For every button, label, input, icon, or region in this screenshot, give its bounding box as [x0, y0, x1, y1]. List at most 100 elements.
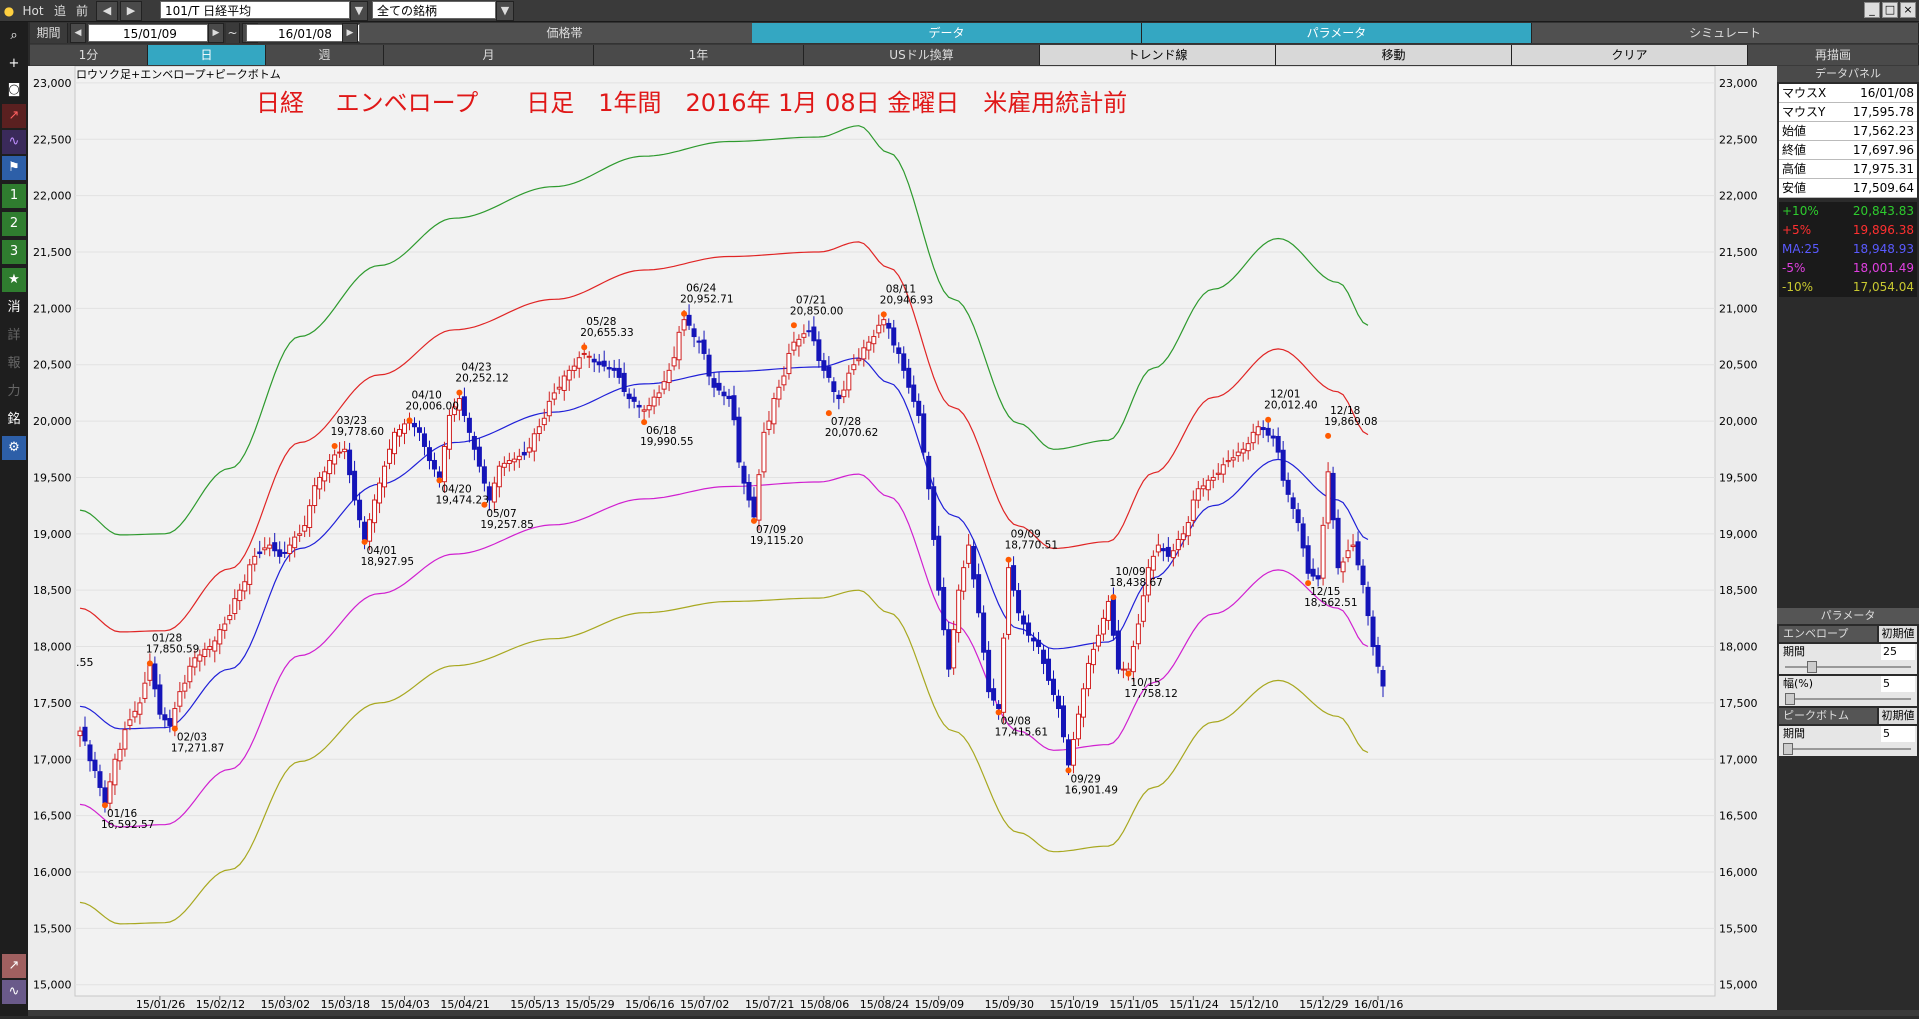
date-from-next-button[interactable]: ▶: [208, 23, 224, 43]
mae-button[interactable]: 前: [72, 1, 92, 21]
envelope-period-input[interactable]: 25: [1881, 644, 1915, 660]
filter-dropdown-icon[interactable]: ▼: [496, 1, 514, 21]
preset-1-button[interactable]: 1: [2, 184, 26, 208]
y-tick-label: 17,000: [33, 753, 72, 766]
camera-icon[interactable]: ◙: [2, 78, 26, 102]
tilde-label: ~: [226, 23, 240, 43]
candle-body: [416, 427, 422, 433]
range-1year[interactable]: 1年: [594, 45, 804, 65]
close-icon[interactable]: ×: [1900, 2, 1916, 18]
hot-button[interactable]: Hot: [18, 1, 48, 21]
candle-body: [237, 589, 243, 602]
usd-convert-button[interactable]: USドル換算: [804, 45, 1040, 65]
trendline-button[interactable]: トレンド線: [1040, 45, 1276, 65]
candle-body: [1175, 538, 1181, 551]
candle-body: [986, 649, 992, 693]
candle-body: [576, 357, 582, 369]
price-band-tab[interactable]: 価格帯: [360, 23, 770, 43]
candle-body: [1051, 678, 1057, 695]
kikan-label: 期間: [30, 23, 68, 43]
crosshair-icon[interactable]: +: [2, 52, 26, 76]
favorite-star-icon[interactable]: ★: [2, 268, 26, 292]
candle-body: [152, 663, 158, 690]
peak-value: 20,655.33: [580, 327, 633, 339]
y-tick-label: 21,000: [33, 302, 72, 315]
data-row: 始値 17,562.23: [1779, 122, 1917, 141]
interval-day[interactable]: 日: [148, 45, 266, 65]
preset-3-button[interactable]: 3: [2, 240, 26, 264]
erase-button[interactable]: 消: [2, 296, 26, 320]
report-button[interactable]: 報: [2, 352, 26, 376]
simulate-tab[interactable]: シミュレート: [1532, 23, 1919, 43]
move-button[interactable]: 移動: [1276, 45, 1512, 65]
envelope-width-input[interactable]: 5: [1881, 676, 1915, 692]
date-to-next-button[interactable]: ▶: [342, 23, 358, 43]
candle-body: [906, 367, 912, 388]
preset-2-button[interactable]: 2: [2, 212, 26, 236]
candle-body: [1230, 457, 1236, 461]
date-prev-button[interactable]: ◀: [70, 23, 86, 43]
y-tick-label: 20,000: [33, 415, 72, 428]
candle-body: [716, 382, 722, 391]
minimize-icon[interactable]: _: [1864, 2, 1880, 18]
detail-button[interactable]: 詳: [2, 324, 26, 348]
next-symbol-button[interactable]: ▶: [120, 1, 142, 21]
peak-period-row: 期間 5: [1779, 726, 1917, 742]
indicator-icon[interactable]: ∿: [2, 130, 26, 154]
envelope-period-slider[interactable]: [1779, 660, 1917, 674]
candle-body: [901, 353, 907, 371]
symbol-field[interactable]: 101/T 日経平均: [160, 1, 350, 19]
interval-week[interactable]: 週: [266, 45, 384, 65]
candle-body: [352, 470, 358, 501]
chart-area[interactable]: 15,000 15,500 16,000 16,500 17,000 17,500 18,0…: [28, 65, 1777, 1016]
peak-period-slider[interactable]: [1779, 742, 1917, 756]
date-from-field[interactable]: 15/01/09: [88, 24, 208, 42]
data-row: 高値 17,975.31: [1779, 160, 1917, 179]
symbol-dropdown-icon[interactable]: ▼: [350, 1, 368, 21]
prev-symbol-button[interactable]: ◀: [96, 1, 118, 21]
clear-button[interactable]: クリア: [1512, 45, 1748, 65]
filter-field[interactable]: 全ての銘柄: [372, 1, 496, 19]
y-tick-label: 21,000: [1719, 302, 1758, 315]
peak-period-input[interactable]: 5: [1881, 726, 1915, 742]
candle-body: [207, 646, 213, 650]
candle-body: [1150, 555, 1156, 571]
candle-body: [367, 519, 373, 542]
mini-indicator-icon[interactable]: ∿: [2, 980, 26, 1004]
interval-month[interactable]: 月: [384, 45, 594, 65]
peak-init-button[interactable]: 初期値: [1879, 708, 1917, 724]
data-tab[interactable]: データ: [752, 23, 1142, 43]
envelope-width-slider[interactable]: [1779, 692, 1917, 706]
search-icon[interactable]: ⌕: [2, 24, 26, 48]
maximize-icon[interactable]: □: [1882, 2, 1898, 18]
candle-body: [421, 433, 427, 447]
envelope-init-button[interactable]: 初期値: [1879, 626, 1917, 642]
candle-body: [411, 422, 417, 428]
candle-body: [431, 459, 437, 470]
input-button[interactable]: 力: [2, 380, 26, 404]
candle-body: [736, 416, 742, 463]
stock-button[interactable]: 銘: [2, 408, 26, 432]
tsui-button[interactable]: 追: [50, 1, 70, 21]
chart-type-icon[interactable]: ↗: [2, 104, 26, 128]
mini-chart-icon[interactable]: ↗: [2, 954, 26, 978]
envelope-row-key: +5%: [1782, 223, 1812, 237]
envelope-row-key: +10%: [1782, 204, 1819, 218]
flag-icon[interactable]: ⚑: [2, 156, 26, 180]
interval-1min[interactable]: 1分: [30, 45, 148, 65]
candle-body: [896, 347, 902, 354]
candle-body: [1185, 522, 1191, 537]
candle-body: [756, 474, 762, 521]
bulb-icon[interactable]: ●: [2, 1, 16, 21]
price-chart[interactable]: 15,000 15,500 16,000 16,500 17,000 17,500 18,0…: [28, 65, 1777, 1016]
redraw-button[interactable]: 再描画: [1748, 45, 1919, 65]
candle-body: [182, 682, 188, 692]
candle-body: [991, 688, 997, 701]
data-row: 安値 17,509.64: [1779, 179, 1917, 198]
param-tab[interactable]: パラメータ: [1142, 23, 1532, 43]
candle-body: [811, 326, 817, 342]
gear-icon[interactable]: ⚙: [2, 436, 26, 460]
candle-body: [816, 339, 822, 361]
candle-body: [1295, 509, 1301, 524]
candle-body: [332, 454, 338, 465]
